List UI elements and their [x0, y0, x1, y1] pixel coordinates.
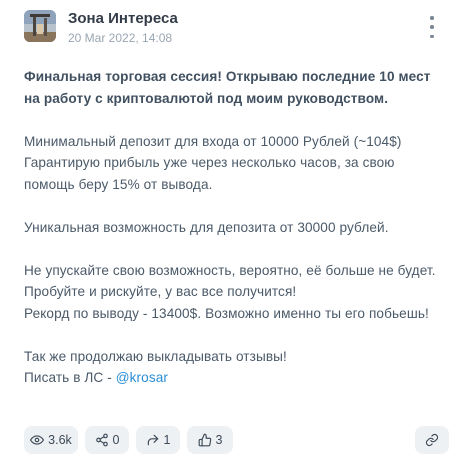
post-text-line: Не упускайте свою возможность, вероятно,… [24, 262, 436, 278]
post-card: Зона Интереса 20 Mar 2022, 14:08 Финальн… [0, 0, 463, 463]
post-text-line: на работу с криптовалютой под моим руков… [24, 90, 389, 106]
post-text-line: Так же продолжаю выкладывать отзывы! [24, 348, 287, 364]
post-text-line: Уникальная возможность для депозита от 3… [24, 219, 389, 235]
views-button[interactable]: 3.6k [24, 426, 78, 454]
channel-avatar[interactable] [24, 10, 56, 42]
more-vertical-icon[interactable] [427, 16, 437, 38]
post-footer: 3.6k 0 1 3 [24, 426, 449, 454]
channel-name[interactable]: Зона Интереса [68, 10, 178, 28]
share-button[interactable]: 0 [85, 426, 129, 454]
post-text-line: Гарантирую прибыль уже через несколько ч… [24, 155, 395, 170]
link-icon [425, 433, 439, 447]
post-text-line: Писать в ЛС - @krosar [24, 367, 449, 389]
post-text-line: Рекорд по выводу - 13400$. Возможно имен… [24, 305, 429, 321]
views-count: 3.6k [48, 433, 72, 447]
post-text-line: помощь беру 15% от вывода. [24, 176, 213, 192]
post-text: Финальная торговая сессия! Открываю посл… [24, 66, 449, 389]
like-button[interactable]: 3 [187, 426, 233, 454]
reposts-count: 1 [163, 433, 171, 447]
contact-prefix: Писать в ЛС - [24, 370, 116, 385]
username-link[interactable]: @krosar [116, 370, 168, 385]
post-header: Зона Интереса 20 Mar 2022, 14:08 [24, 10, 453, 46]
thumbs-up-icon [198, 433, 211, 447]
copy-link-button[interactable] [415, 426, 449, 454]
repost-arrow-icon [147, 434, 158, 446]
post-text-line: Пробуйте и рискуйте, у вас все получится… [24, 284, 297, 299]
share-icon [95, 433, 108, 447]
post-text-line: Минимальный депозит для входа от 10000 Р… [24, 133, 402, 149]
eye-icon [30, 435, 45, 445]
repost-button[interactable]: 1 [136, 426, 180, 454]
shares-count: 0 [112, 433, 120, 447]
likes-count: 3 [215, 433, 223, 447]
post-date: 20 Mar 2022, 14:08 [68, 31, 173, 45]
post-text-line: Финальная торговая сессия! Открываю посл… [24, 69, 431, 84]
